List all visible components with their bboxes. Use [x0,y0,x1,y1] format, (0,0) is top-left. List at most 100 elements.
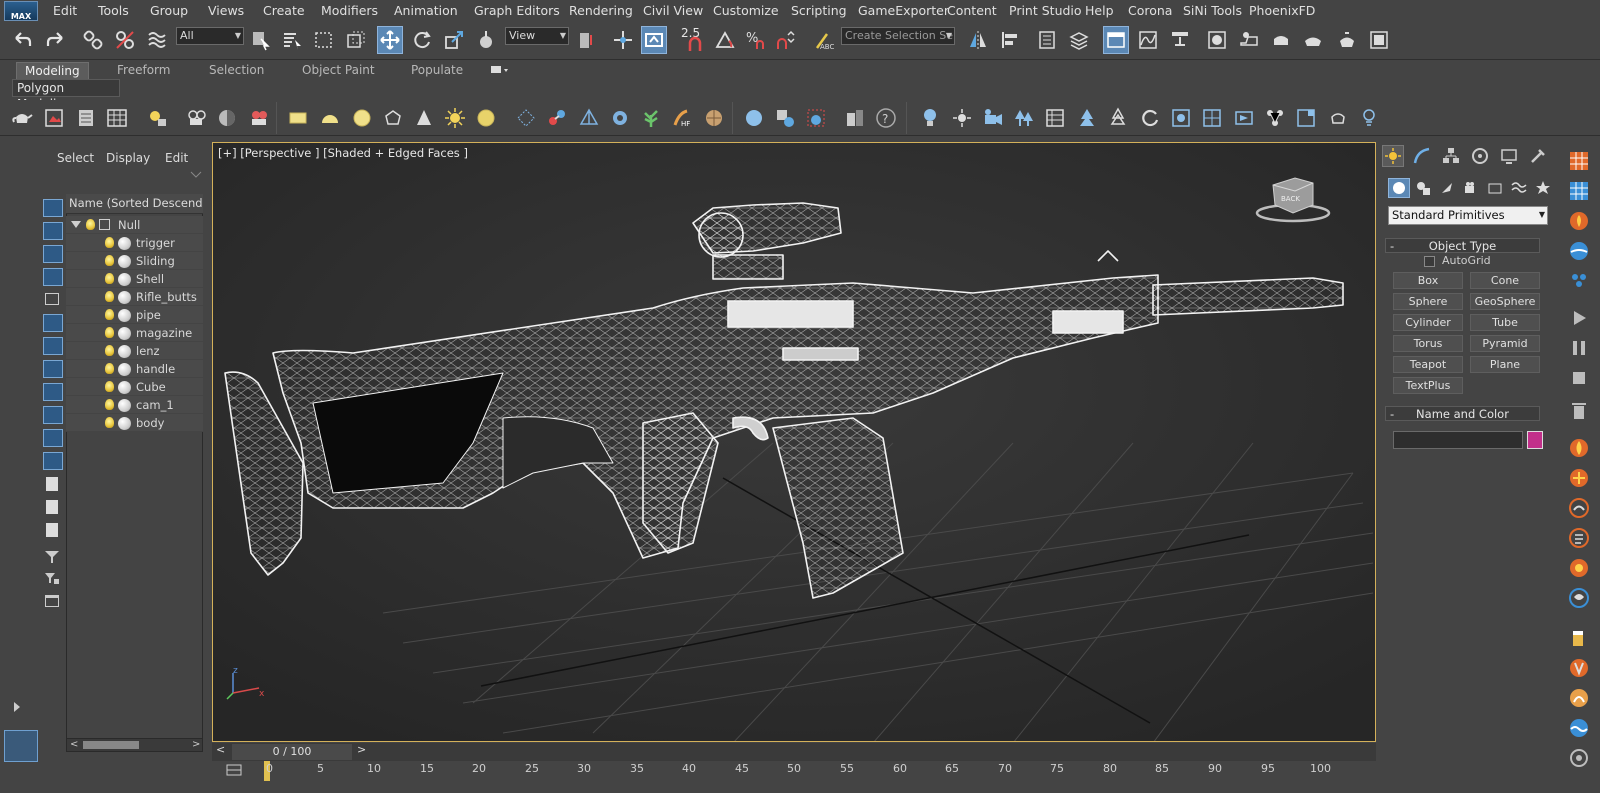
shaded-sphere-icon[interactable] [742,106,766,130]
batch-render-icon[interactable] [843,106,867,130]
perspective-viewport[interactable]: BACK z x [212,142,1376,742]
light-bulb-icon[interactable] [105,417,114,428]
select-invert-icon[interactable] [46,523,58,537]
particle-source-icon[interactable] [1566,266,1592,292]
percent-snap-icon[interactable]: % [742,26,768,54]
table-list-icon[interactable] [1043,106,1067,130]
select-none-icon[interactable] [46,500,58,514]
stop-simulation-icon[interactable] [1566,365,1592,391]
collapse-minus-icon[interactable]: - [1390,239,1394,253]
display-hidden-icon[interactable] [43,452,63,470]
display-tab-icon[interactable] [1498,145,1520,167]
tree-item-pipe[interactable]: pipe [66,306,203,324]
film-reel-icon[interactable] [185,106,209,130]
beer-preset-icon[interactable] [1566,625,1592,651]
time-slider[interactable] [212,743,1376,761]
tab-selection[interactable]: Selection [201,62,272,78]
tree-item-body[interactable]: body [66,414,203,432]
mirror-icon[interactable] [965,26,991,54]
molecule-icon[interactable] [545,106,569,130]
menu-animation[interactable]: Animation [394,3,458,18]
sphere-button[interactable]: Sphere [1393,293,1463,310]
frame-counter[interactable]: 0 / 100 [232,744,352,760]
select-all-icon[interactable] [46,477,58,491]
unlink-icon[interactable] [112,26,138,54]
pine-tree-icon[interactable] [1106,106,1130,130]
track-bar-icon[interactable] [226,762,242,778]
ribbon-options-icon[interactable] [490,64,510,76]
named-selection-input[interactable]: Create Selection Se ▼ [841,27,955,45]
ocean-preset-icon[interactable] [1566,715,1592,741]
filter-icon[interactable] [45,551,59,563]
utilities-tab-icon[interactable] [1527,145,1549,167]
display-xrefs-icon[interactable] [43,360,63,378]
select-manipulate-icon[interactable] [610,26,636,54]
scroll-thumb[interactable] [83,741,139,749]
light-bulb-icon[interactable] [105,399,114,410]
light-bulb-icon[interactable] [105,291,114,302]
sun-light-icon[interactable] [443,106,467,130]
render-production-icon[interactable] [1300,26,1326,54]
camera-rig-icon[interactable] [247,106,271,130]
pyramid-wire-icon[interactable] [577,106,601,130]
smoke-preset-icon[interactable] [1566,495,1592,521]
menu-views[interactable]: Views [208,3,244,18]
pour-preset-icon[interactable] [1566,655,1592,681]
pyramid-button[interactable]: Pyramid [1470,335,1540,352]
tab-freeform[interactable]: Freeform [109,62,178,78]
network-render-icon[interactable] [1263,106,1287,130]
explosion-preset-icon[interactable] [1566,465,1592,491]
phoenix-grid-icon[interactable] [1566,148,1592,174]
material-map-icon[interactable] [773,106,797,130]
collapse-icon[interactable] [45,595,59,607]
menu-rendering[interactable]: Rendering [569,3,633,18]
refresh-icon[interactable] [1138,106,1162,130]
sphere-primitive-icon[interactable] [350,106,374,130]
render-region-icon[interactable] [804,106,828,130]
delete-cache-icon[interactable] [1566,398,1592,424]
sphere-shade-icon[interactable] [215,106,239,130]
next-frame-button[interactable]: > [357,743,366,756]
rectangle-selection-icon[interactable] [311,26,337,54]
light-bulb-icon[interactable] [105,309,114,320]
display-frozen-icon[interactable] [43,429,63,447]
liquid-source-icon[interactable] [1566,238,1592,264]
light-bulb-icon[interactable] [105,381,114,392]
render-setup-icon[interactable] [1236,26,1262,54]
menu-print-studio[interactable]: Print Studio [1009,3,1082,18]
schematic-view-icon[interactable] [1167,26,1193,54]
spruce-tree-icon[interactable] [1075,106,1099,130]
menu-corona[interactable]: Corona [1128,3,1172,18]
menu-help[interactable]: Help [1085,3,1114,18]
scroll-right-icon[interactable]: > [192,739,200,750]
redo-icon[interactable] [42,26,68,54]
explorer-menu-display[interactable]: Display [106,151,150,165]
geosphere-icon[interactable] [381,106,405,130]
liquid-grid-icon[interactable] [1566,178,1592,204]
viewport-thumbnail[interactable] [4,730,38,762]
play-simulation-icon[interactable] [1566,305,1592,331]
menu-modifiers[interactable]: Modifiers [321,3,378,18]
light-lister-icon[interactable] [145,106,169,130]
tab-object-paint[interactable]: Object Paint [294,62,383,78]
render-frame-icon[interactable] [42,106,66,130]
menu-tools[interactable]: Tools [98,3,129,18]
tree-item-trigger[interactable]: trigger [66,234,203,252]
scene-explorer-toggle-icon[interactable] [1034,26,1060,54]
expand-triangle-icon[interactable] [71,221,81,228]
toggle-ribbon-icon[interactable] [1103,26,1129,54]
motion-tab-icon[interactable] [1469,145,1491,167]
menu-phoenixfd[interactable]: PhoenixFD [1249,3,1315,18]
helpers-category-icon[interactable] [1484,178,1506,198]
material-editor-icon[interactable] [1204,26,1230,54]
spacewarps-category-icon[interactable] [1508,178,1530,198]
create-tab-icon[interactable] [1382,145,1404,167]
display-bones-icon[interactable] [43,383,63,401]
place-icon[interactable] [473,26,499,54]
splash-preset-icon[interactable] [1566,685,1592,711]
link-icon[interactable] [80,26,106,54]
display-spacewarps-icon[interactable] [43,314,63,332]
flame-preset-icon[interactable] [1566,435,1592,461]
column-header-name[interactable]: Name (Sorted Descending) [66,194,203,214]
light-bulb-icon[interactable] [105,237,114,248]
